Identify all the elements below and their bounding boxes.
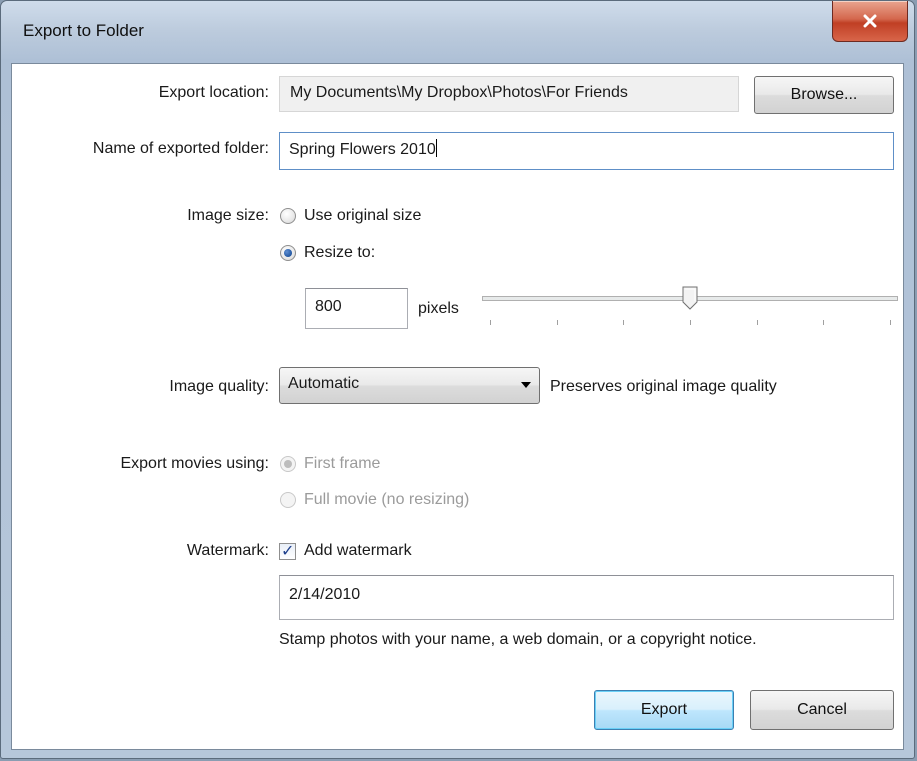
use-original-size-label: Use original size — [304, 207, 422, 224]
slider-tick — [623, 320, 625, 325]
cancel-button[interactable]: Cancel — [750, 690, 894, 730]
window-title: Export to Folder — [23, 21, 144, 40]
export-location-field: My Documents\My Dropbox\Photos\For Frien… — [279, 76, 739, 112]
use-original-size-radio[interactable] — [280, 208, 296, 224]
folder-name-label: Name of exported folder: — [92, 140, 269, 157]
chevron-down-icon — [521, 382, 531, 388]
pixels-unit-label: pixels — [418, 300, 459, 317]
close-icon — [863, 14, 877, 28]
export-button[interactable]: Export — [594, 690, 734, 730]
watermark-label: Watermark: — [186, 542, 269, 559]
folder-name-value: Spring Flowers 2010 — [289, 141, 436, 158]
slider-tick — [490, 320, 491, 325]
slider-tick — [690, 320, 691, 325]
export-location-value: My Documents\My Dropbox\Photos\For Frien… — [290, 84, 628, 101]
watermark-text-value: 2/14/2010 — [289, 586, 361, 603]
full-movie-label: Full movie (no resizing) — [304, 491, 470, 508]
image-size-label: Image size: — [187, 207, 269, 224]
resize-slider-thumb[interactable] — [682, 286, 698, 310]
cancel-button-label: Cancel — [797, 701, 847, 718]
resize-to-label: Resize to: — [304, 244, 376, 261]
full-movie-radio[interactable] — [280, 492, 296, 508]
watermark-help-text: Stamp photos with your name, a web domai… — [279, 631, 757, 648]
slider-tick — [823, 320, 825, 325]
slider-tick — [756, 320, 758, 325]
image-quality-select[interactable]: Automatic — [279, 367, 540, 404]
dialog-body: Export location: My Documents\My Dropbox… — [11, 63, 904, 750]
title-bar[interactable]: Export to Folder — [1, 1, 914, 63]
slider-tick — [890, 320, 891, 325]
watermark-text-input[interactable]: 2/14/2010 — [279, 575, 894, 620]
resize-to-radio[interactable] — [280, 245, 296, 261]
export-dialog: Export to Folder Export location: My Doc… — [0, 0, 915, 759]
add-watermark-checkbox[interactable] — [279, 541, 296, 560]
export-button-label: Export — [640, 701, 688, 718]
close-button[interactable] — [832, 1, 908, 42]
pixels-value: 800 — [315, 298, 342, 315]
first-frame-radio[interactable] — [280, 456, 296, 472]
export-movies-label: Export movies using: — [120, 455, 269, 472]
folder-name-input[interactable]: Spring Flowers 2010 — [279, 132, 894, 170]
first-frame-label: First frame — [304, 455, 381, 472]
browse-button[interactable]: Browse... — [754, 76, 894, 114]
image-quality-label: Image quality: — [169, 378, 269, 395]
pixels-input[interactable]: 800 — [305, 288, 408, 329]
add-watermark-label: Add watermark — [304, 542, 412, 559]
browse-button-label: Browse... — [790, 86, 858, 103]
slider-tick — [556, 320, 558, 325]
image-quality-selected: Automatic — [288, 375, 360, 392]
export-location-label: Export location: — [158, 84, 269, 101]
image-quality-description: Preserves original image quality — [550, 378, 777, 395]
